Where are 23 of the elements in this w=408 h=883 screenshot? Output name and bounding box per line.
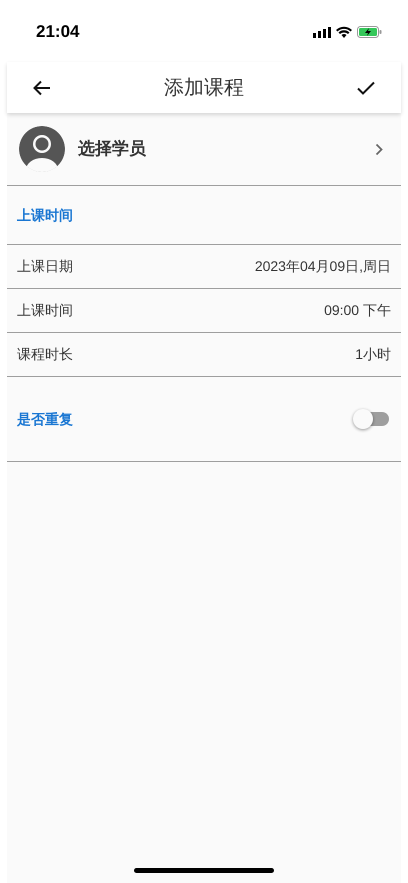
setting-row[interactable]: 上课时间 09:00 下午 <box>7 289 401 333</box>
checkmark-icon <box>357 80 375 94</box>
row-value: 1小时 <box>355 345 391 364</box>
select-student-label: 选择学员 <box>78 138 147 160</box>
battery-charging-icon <box>357 26 382 38</box>
setting-row[interactable]: 课程时长 1小时 <box>7 333 401 377</box>
section-header: 上课时间 <box>17 206 73 224</box>
signal-icon <box>313 26 331 38</box>
repeat-toggle[interactable] <box>353 409 389 429</box>
row-label: 课程时长 <box>17 345 73 364</box>
row-label: 上课日期 <box>17 257 73 276</box>
avatar-icon <box>19 126 65 172</box>
row-value: 09:00 下午 <box>324 301 391 320</box>
select-student-row[interactable]: 选择学员 <box>7 113 401 186</box>
wifi-icon <box>336 26 352 38</box>
status-time: 21:04 <box>36 21 80 44</box>
row-label: 上课时间 <box>17 301 73 320</box>
page-title: 添加课程 <box>164 76 244 100</box>
back-arrow-icon <box>33 80 51 96</box>
row-value: 2023年04月09日,周日 <box>254 257 391 276</box>
chevron-right-icon <box>375 142 383 156</box>
setting-row[interactable]: 上课日期 2023年04月09日,周日 <box>7 245 401 289</box>
repeat-label: 是否重复 <box>17 410 73 428</box>
